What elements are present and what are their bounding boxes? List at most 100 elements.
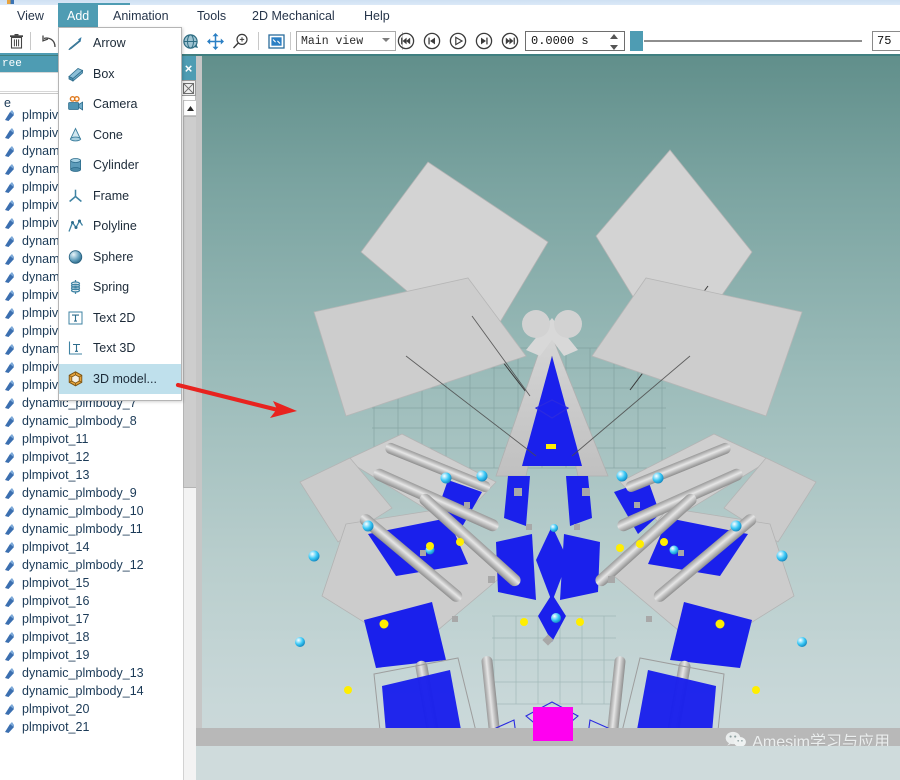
menu-option-3d-model[interactable]: 3D model... [59,363,181,394]
add-menu-dropdown[interactable]: Arrow Box Camera Cone Cylinder Frame Pol… [58,27,182,401]
tree-item[interactable]: plmpivot_19 [0,646,182,664]
tree-item[interactable]: plmpivot_13 [0,466,182,484]
tree-item-label: plmpivot_20 [22,702,90,716]
3d-scene-geometry [295,149,817,770]
pivot-icon [3,289,16,302]
menu-option-text-2d[interactable]: Text 2D [59,303,181,334]
pivot-icon [3,163,16,176]
stepper-down-icon[interactable] [610,45,618,50]
pivot-icon [3,109,16,122]
menu-option-box[interactable]: Box [59,59,181,90]
scroll-up-button[interactable] [183,100,197,116]
menu-option-label: Polyline [93,219,137,234]
menu-item-help[interactable]: Help [355,5,399,27]
tree-item-label: plmpivot_19 [22,648,90,662]
menu-item-animation[interactable]: Animation [104,5,178,27]
delete-icon[interactable] [6,31,26,51]
tree-item-label: dynamic_plmbody_11 [22,522,143,536]
toolbar-divider-2 [258,32,259,50]
tree-scrollbar-thumb[interactable] [183,116,197,488]
pivot-icon [3,613,16,626]
tree-item[interactable]: plmpivot_16 [0,592,182,610]
viewport-bottom-strip [196,746,900,780]
pivot-icon [3,559,16,572]
menu-option-sphere[interactable]: Sphere [59,242,181,273]
step-back-button[interactable] [422,31,442,51]
pan-view-icon[interactable] [205,31,225,51]
tree-item[interactable]: plmpivot_11 [0,430,182,448]
tree-item[interactable]: plmpivot_17 [0,610,182,628]
tree-item-label: plmpivot_11 [22,432,89,446]
menu-option-label: Text 3D [93,341,136,356]
pivot-icon [3,325,16,338]
menu-item-add[interactable]: Add [58,5,99,27]
tree-item[interactable]: plmpivot_20 [0,700,182,718]
pivot-icon [3,469,16,482]
time-input[interactable]: 0.0000 s [525,31,625,51]
time-stepper[interactable] [609,34,619,50]
pivot-icon [3,127,16,140]
menu-option-polyline[interactable]: Polyline [59,211,181,242]
fit-to-window-icon[interactable] [266,31,286,51]
rotate-view-icon[interactable] [180,31,200,51]
3d-viewport[interactable]: Amesim学习与应用 [196,56,900,780]
pivot-icon [3,433,16,446]
restore-panel-button[interactable] [181,80,196,96]
menu-bar: View Add Animation Tools 2D Mechanical H… [0,5,900,27]
play-button[interactable] [448,31,468,51]
menu-item-2d-mechanical[interactable]: 2D Mechanical [243,5,344,27]
pivot-icon [3,145,16,158]
menu-option-cylinder[interactable]: Cylinder [59,150,181,181]
menu-item-tools[interactable]: Tools [188,5,235,27]
menu-option-cone[interactable]: Cone [59,120,181,151]
menu-option-label: Sphere [93,249,134,264]
tree-item[interactable]: dynamic_plmbody_8 [0,412,182,430]
tree-item[interactable]: plmpivot_12 [0,448,182,466]
menu-item-view[interactable]: View [8,5,53,27]
speed-input[interactable]: 75 [872,31,900,51]
chevron-down-icon [382,38,390,42]
menu-option-label: 3D model... [93,371,157,386]
step-forward-button[interactable] [474,31,494,51]
tree-item-label: plmpivot_14 [22,540,90,554]
tree-item[interactable]: dynamic_plmbody_9 [0,484,182,502]
time-slider-track[interactable] [644,40,862,42]
time-slider-thumb[interactable] [630,31,643,51]
pivot-icon [3,703,16,716]
menu-option-camera[interactable]: Camera [59,89,181,120]
pivot-icon [3,379,16,392]
go-to-start-button[interactable] [396,31,416,51]
tree-item[interactable]: dynamic_plmbody_14 [0,682,182,700]
tree-item-label: dynamic_plmbody_12 [22,558,144,572]
time-slider[interactable] [630,31,862,51]
tab-tree[interactable]: ree [0,56,58,72]
pivot-icon [3,577,16,590]
tree-item[interactable]: plmpivot_15 [0,574,182,592]
tree-item[interactable]: dynamic_plmbody_11 [0,520,182,538]
text-3d-icon [67,340,84,357]
go-to-end-button[interactable] [500,31,520,51]
menu-option-arrow[interactable]: Arrow [59,28,181,59]
menu-option-text-3d[interactable]: Text 3D [59,333,181,364]
menu-option-frame[interactable]: Frame [59,181,181,212]
polyline-icon [67,218,84,235]
cone-icon [67,126,84,143]
close-panel-button[interactable]: × [181,56,196,80]
zoom-in-icon[interactable] [230,31,250,51]
undo-icon[interactable] [40,31,60,51]
menu-option-spring[interactable]: Spring [59,272,181,303]
stepper-up-icon[interactable] [610,34,618,39]
tree-item[interactable]: dynamic_plmbody_10 [0,502,182,520]
tree-item[interactable]: dynamic_plmbody_12 [0,556,182,574]
tree-item[interactable]: plmpivot_18 [0,628,182,646]
view-select[interactable]: Main view [296,31,396,51]
3d-model-icon [67,370,84,387]
pivot-icon [3,235,16,248]
pivot-icon [3,685,16,698]
frame-icon [67,187,84,204]
tree-item-label: dynamic_plmbody_9 [22,486,137,500]
tree-item[interactable]: plmpivot_21 [0,718,182,736]
pivot-icon [3,487,16,500]
tree-item[interactable]: plmpivot_14 [0,538,182,556]
tree-item[interactable]: dynamic_plmbody_13 [0,664,182,682]
